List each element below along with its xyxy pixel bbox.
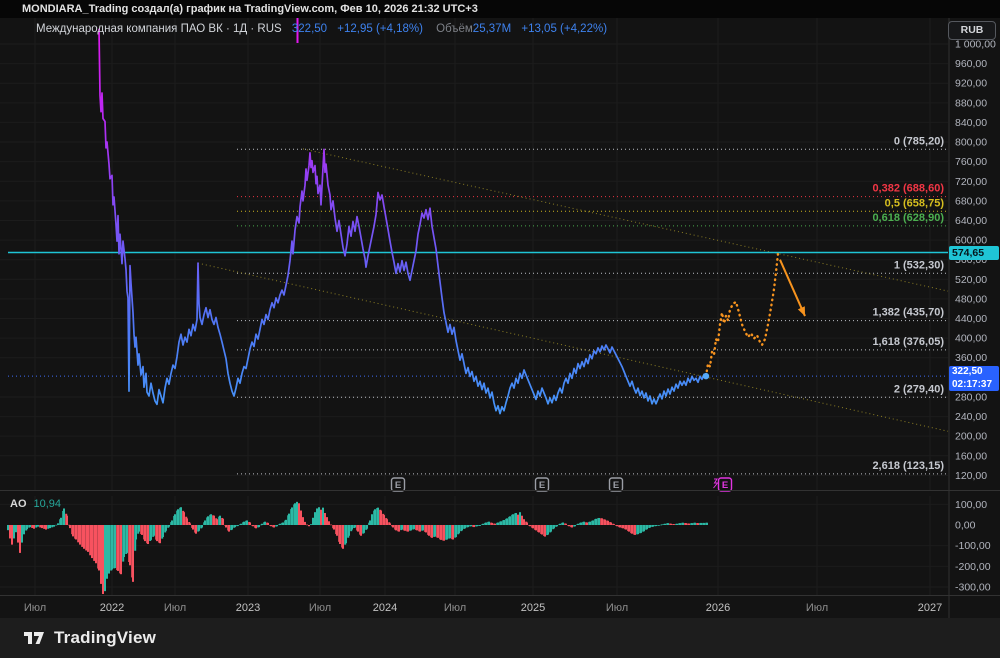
indicator-value: 10,94 <box>33 498 62 510</box>
svg-text:2026: 2026 <box>706 602 730 614</box>
attribution-bar: MONDIARA_Trading создал(а) график на Tra… <box>0 0 1000 18</box>
last-price-label-value: 322,50 <box>952 366 983 377</box>
svg-text:840,00: 840,00 <box>955 117 987 129</box>
fib-label-0: 0 (785,20) <box>894 135 944 147</box>
tradingview-snapshot: MONDIARA_Trading создал(а) график на Tra… <box>0 0 1000 658</box>
tradingview-logo-icon <box>24 632 44 644</box>
svg-text:Июл: Июл <box>806 602 828 614</box>
svg-text:E: E <box>722 480 728 491</box>
svg-text:Июл: Июл <box>24 602 46 614</box>
symbol-header: Международная компания ПАО ВК · 1Д · RUS… <box>36 21 607 37</box>
svg-text:960,00: 960,00 <box>955 58 987 70</box>
svg-text:640,00: 640,00 <box>955 215 987 227</box>
indicator-legend: AO 10,94 <box>10 498 61 510</box>
svg-text:800,00: 800,00 <box>955 137 987 149</box>
svg-text:240,00: 240,00 <box>955 411 987 423</box>
svg-text:480,00: 480,00 <box>955 293 987 305</box>
svg-text:E: E <box>539 480 545 491</box>
svg-text:E: E <box>395 480 401 491</box>
svg-text:680,00: 680,00 <box>955 195 987 207</box>
volume-value: 25,37M <box>472 23 512 35</box>
svg-text:360,00: 360,00 <box>955 352 987 364</box>
fib-label-6: 1,618 (376,05) <box>872 336 944 348</box>
svg-text:2027: 2027 <box>918 602 942 614</box>
currency-button[interactable]: RUB <box>948 21 996 40</box>
svg-text:880,00: 880,00 <box>955 97 987 109</box>
last-price-value: 322,50 <box>291 23 328 35</box>
svg-text:Июл: Июл <box>309 602 331 614</box>
fib-label-5: 1,382 (435,70) <box>872 307 944 319</box>
svg-text:2023: 2023 <box>236 602 260 614</box>
last-price-dot <box>702 372 710 380</box>
svg-text:100,00: 100,00 <box>955 499 987 511</box>
footer-bar: TradingView <box>0 618 1000 658</box>
svg-text:E: E <box>613 480 619 491</box>
svg-text:280,00: 280,00 <box>955 391 987 403</box>
svg-text:400,00: 400,00 <box>955 333 987 345</box>
svg-text:720,00: 720,00 <box>955 176 987 188</box>
last-price-label: 322,50 02:17:37 <box>949 366 999 391</box>
svg-text:-200,00: -200,00 <box>955 561 991 573</box>
svg-text:2025: 2025 <box>521 602 545 614</box>
svg-text:520,00: 520,00 <box>955 274 987 286</box>
svg-text:440,00: 440,00 <box>955 313 987 325</box>
svg-text:200,00: 200,00 <box>955 431 987 443</box>
svg-text:Июл: Июл <box>606 602 628 614</box>
fib-label-8: 2,618 (123,15) <box>872 460 944 472</box>
svg-text:920,00: 920,00 <box>955 78 987 90</box>
svg-text:120,00: 120,00 <box>955 470 987 482</box>
svg-text:160,00: 160,00 <box>955 450 987 462</box>
volume-change-value: +13,05 (+4,22%) <box>521 23 608 35</box>
fib-label-1: 0,382 (688,60) <box>872 183 944 195</box>
svg-text:2022: 2022 <box>100 602 124 614</box>
svg-text:Июл: Июл <box>444 602 466 614</box>
svg-text:600,00: 600,00 <box>955 235 987 247</box>
svg-text:1 000,00: 1 000,00 <box>955 39 996 51</box>
svg-text:760,00: 760,00 <box>955 156 987 168</box>
price-change-value: +12,95 (+4,18%) <box>337 23 423 35</box>
svg-text:0,00: 0,00 <box>955 520 976 532</box>
attribution-text: MONDIARA_Trading создал(а) график на Tra… <box>22 3 478 15</box>
svg-text:2024: 2024 <box>373 602 397 614</box>
indicator-name[interactable]: AO <box>10 498 27 510</box>
volume-label: Объём <box>436 23 473 35</box>
marked-price-label: 574,65 <box>949 246 999 260</box>
fib-label-4: 1 (532,30) <box>894 259 944 271</box>
svg-text:Июл: Июл <box>164 602 186 614</box>
fib-label-2: 0,5 (658,75) <box>885 197 945 209</box>
fib-label-7: 2 (279,40) <box>894 383 944 395</box>
tradingview-logo-text[interactable]: TradingView <box>54 628 156 648</box>
last-price-countdown: 02:17:37 <box>952 378 993 390</box>
chart-canvas[interactable]: 0 (785,20) 0,382 (688,60) 0,5 (658,75) 0,61… <box>0 0 1000 618</box>
symbol-title[interactable]: Международная компания ПАО ВК · 1Д · RUS <box>36 23 282 35</box>
fib-label-3: 0,618 (628,90) <box>872 212 944 224</box>
svg-text:-100,00: -100,00 <box>955 540 991 552</box>
svg-text:-300,00: -300,00 <box>955 582 991 594</box>
